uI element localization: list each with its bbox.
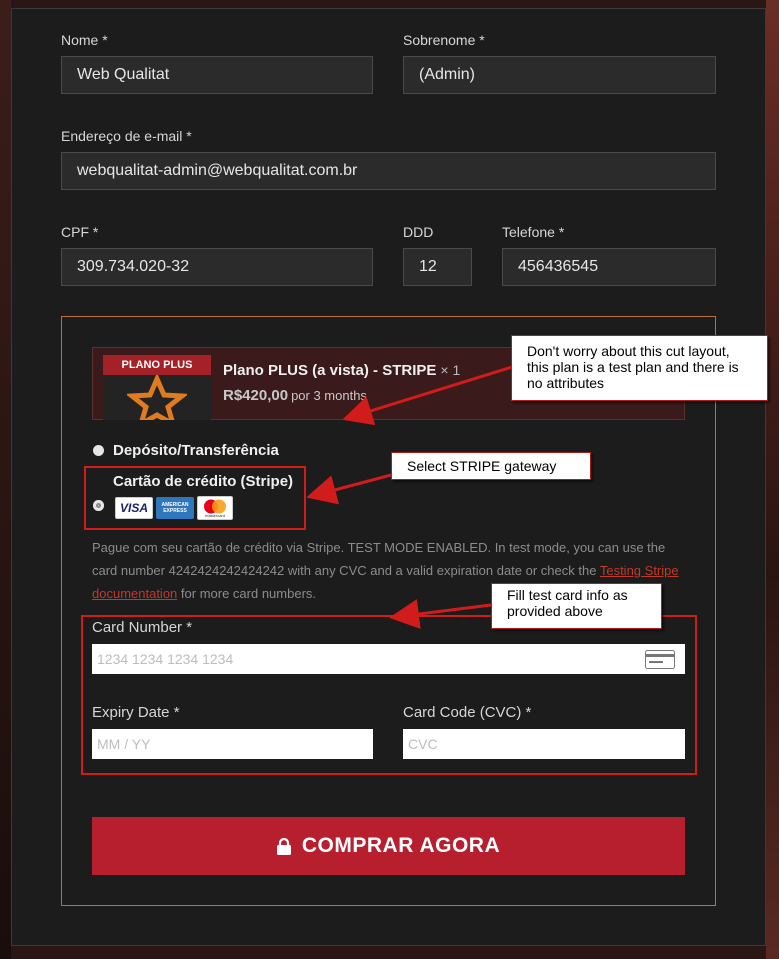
annotation-arrows bbox=[306, 365, 513, 629]
callout-card-note: Fill test card info as provided above bbox=[491, 583, 662, 629]
callout-layout-note: Don't worry about this cut layout, this … bbox=[511, 335, 768, 401]
callout-gateway-note: Select STRIPE gateway bbox=[391, 452, 591, 480]
